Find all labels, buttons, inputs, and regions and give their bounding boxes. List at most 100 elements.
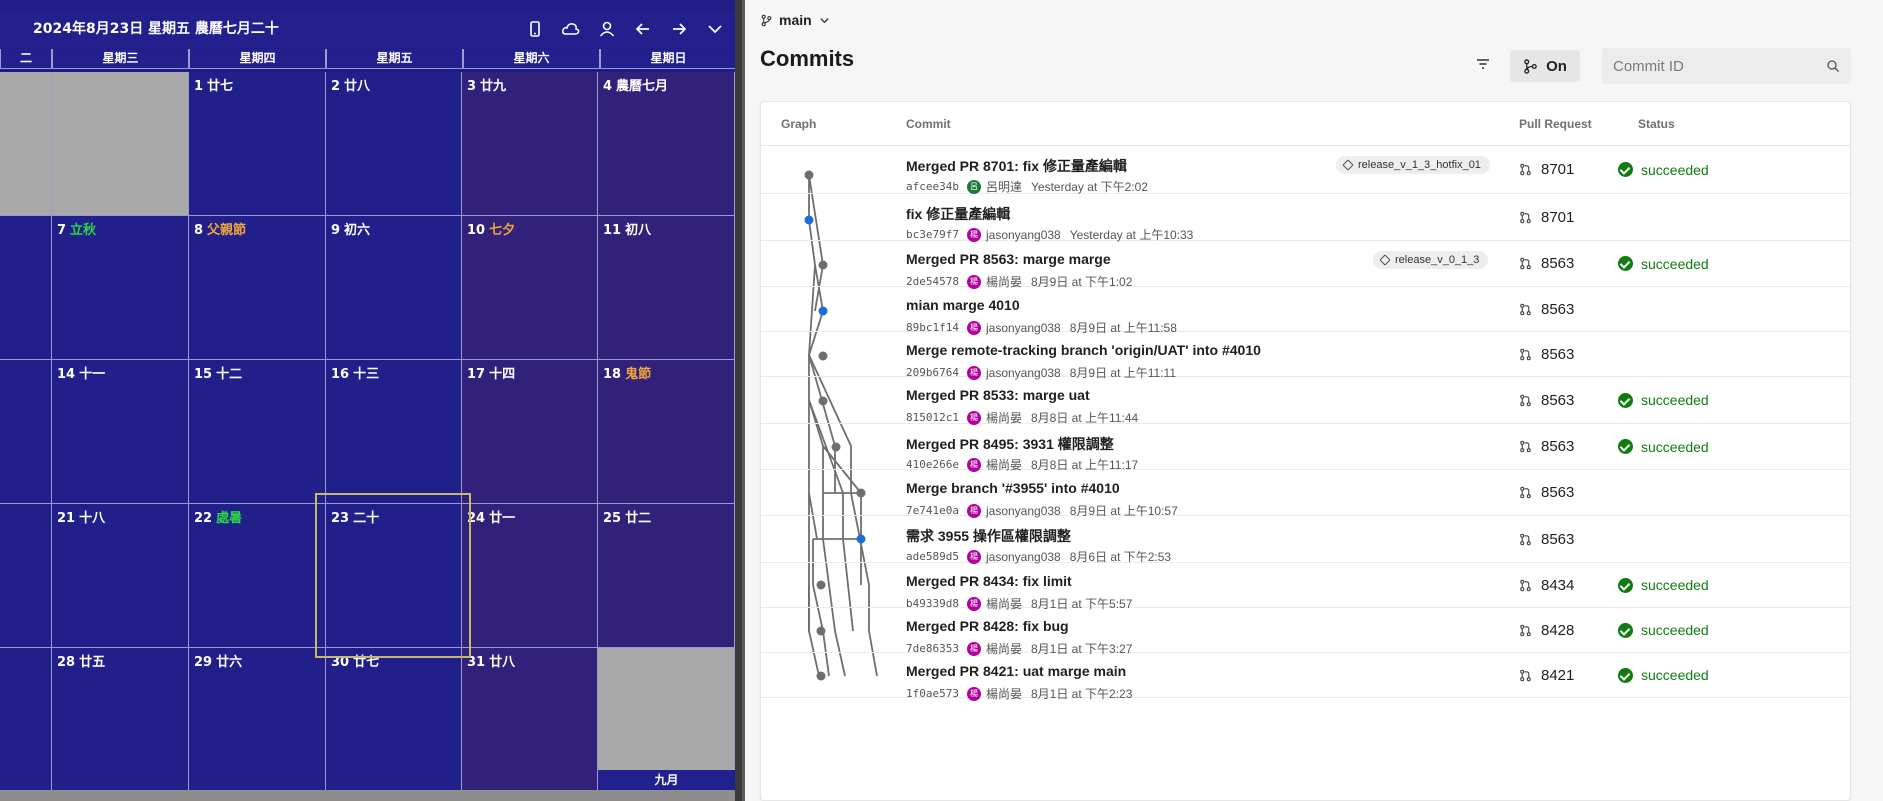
person-icon[interactable] xyxy=(597,19,617,39)
phone-icon[interactable] xyxy=(525,19,545,39)
commit-row[interactable]: Merged PR 8563: marge marge 2de54578 楊 楊… xyxy=(761,241,1850,289)
release-tag[interactable]: release_v_1_3_hotfix_01 xyxy=(1336,156,1490,174)
next-month-label[interactable]: 九月 xyxy=(598,770,735,790)
commit-message[interactable]: mian marge 4010 xyxy=(906,297,1020,313)
calendar-day-1[interactable]: 1 廿七 xyxy=(189,72,326,216)
calendar-day-16[interactable]: 16 十三 xyxy=(326,360,462,504)
commit-message[interactable]: Merge remote-tracking branch 'origin/UAT… xyxy=(906,342,1261,358)
pull-request-link[interactable]: 8563 xyxy=(1519,470,1574,515)
calendar-day-22[interactable]: 22 處暑 xyxy=(189,504,326,648)
calendar-empty-cell xyxy=(0,648,52,792)
arrow-left-icon[interactable] xyxy=(633,19,653,39)
commit-message[interactable]: 需求 3955 操作區權限調整 xyxy=(906,526,1071,546)
pull-request-link[interactable]: 8428 xyxy=(1519,608,1574,652)
calendar-day-2[interactable]: 2 廿八 xyxy=(326,72,462,216)
commit-message[interactable]: Merged PR 8701: fix 修正量產編輯 xyxy=(906,156,1127,176)
pull-request-link[interactable]: 8701 xyxy=(1519,194,1574,240)
calendar-day-8[interactable]: 8 父親節 xyxy=(189,216,326,360)
calendar-day-24[interactable]: 24 廿一 xyxy=(462,504,598,648)
chevron-down-icon[interactable] xyxy=(705,19,725,39)
calendar-day-14[interactable]: 14 十一 xyxy=(52,360,189,504)
build-status[interactable]: succeeded xyxy=(1618,241,1709,286)
commit-row[interactable]: 需求 3955 操作區權限調整 ade589d5 楊 jasonyang038 … xyxy=(761,516,1850,564)
release-tag[interactable]: release_v_0_1_3 xyxy=(1373,251,1489,269)
pull-request-link[interactable]: 8563 xyxy=(1519,287,1574,331)
build-status[interactable]: succeeded xyxy=(1618,424,1709,469)
commit-row[interactable]: fix 修正量產編輯 bc3e79f7 楊 jasonyang038 Yeste… xyxy=(761,194,1850,242)
calendar-day-10[interactable]: 10 七夕 xyxy=(462,216,598,360)
calendar-day-7[interactable]: 7 立秋 xyxy=(52,216,189,360)
column-header-pull-request[interactable]: Pull Request xyxy=(1519,117,1592,131)
commit-row[interactable]: Merge branch '#3955' into #4010 7e741e0a… xyxy=(761,470,1850,518)
weekday-header: 二 星期三 星期四 星期五 星期六 星期日 xyxy=(0,49,742,69)
calendar-day-31[interactable]: 31 廿八 xyxy=(462,648,598,792)
day-number: 1 廿七 xyxy=(194,75,233,94)
calendar-day-28[interactable]: 28 廿五 xyxy=(52,648,189,792)
column-header-commit[interactable]: Commit xyxy=(906,117,951,131)
search-icon[interactable] xyxy=(1826,59,1840,73)
pull-request-link[interactable]: 8434 xyxy=(1519,563,1574,607)
build-status[interactable]: succeeded xyxy=(1618,563,1709,607)
calendar-day-4[interactable]: 4 農曆七月 xyxy=(598,72,735,216)
branch-selector[interactable]: main xyxy=(760,12,831,28)
commit-row[interactable]: Merge remote-tracking branch 'origin/UAT… xyxy=(761,332,1850,380)
build-status[interactable]: succeeded xyxy=(1618,146,1709,193)
day-number: 9 初六 xyxy=(331,219,370,238)
calendar-day-25[interactable]: 25 廿二 xyxy=(598,504,735,648)
commit-sha[interactable]: 815012c1 xyxy=(906,411,959,424)
commit-sha[interactable]: 1f0ae573 xyxy=(906,687,959,700)
pull-request-link[interactable]: 8563 xyxy=(1519,241,1574,286)
pull-request-link[interactable]: 8563 xyxy=(1519,424,1574,469)
commit-row[interactable]: Merged PR 8434: fix limit b49339d8 楊 楊尚晏… xyxy=(761,563,1850,611)
calendar-day-17[interactable]: 17 十四 xyxy=(462,360,598,504)
commit-search-box[interactable] xyxy=(1602,48,1851,84)
arrow-right-icon[interactable] xyxy=(669,19,689,39)
commit-row[interactable]: Merged PR 8421: uat marge main 1f0ae573 … xyxy=(761,653,1850,701)
commit-message[interactable]: Merged PR 8428: fix bug xyxy=(906,618,1069,634)
build-status[interactable]: succeeded xyxy=(1618,653,1709,697)
pull-request-link[interactable]: 8563 xyxy=(1519,377,1574,423)
build-status[interactable]: succeeded xyxy=(1618,608,1709,652)
column-header-status[interactable]: Status xyxy=(1638,117,1675,131)
pull-request-link[interactable]: 8563 xyxy=(1519,516,1574,562)
lunar-date: 廿七 xyxy=(207,79,234,94)
build-status[interactable]: succeeded xyxy=(1618,377,1709,423)
cloud-icon[interactable] xyxy=(561,19,581,39)
pull-request-icon xyxy=(1520,348,1531,360)
calendar-day-11[interactable]: 11 初八 xyxy=(598,216,735,360)
pull-request-number: 8563 xyxy=(1541,345,1575,363)
commit-sha[interactable]: afcee34b xyxy=(906,180,959,193)
calendar-day-15[interactable]: 15 十二 xyxy=(189,360,326,504)
day-number-text: 4 xyxy=(603,79,613,94)
commit-row[interactable]: Merged PR 8701: fix 修正量產編輯 afcee34b 呂 呂明… xyxy=(761,146,1850,194)
calendar-day-18[interactable]: 18 鬼節 xyxy=(598,360,735,504)
pull-request-link[interactable]: 8563 xyxy=(1519,332,1574,376)
commit-row[interactable]: Merged PR 8495: 3931 權限調整 410e266e 楊 楊尚晏… xyxy=(761,424,1850,472)
commit-message[interactable]: Merged PR 8533: marge uat xyxy=(906,387,1090,403)
window-divider[interactable] xyxy=(735,0,742,801)
calendar-day-9[interactable]: 9 初六 xyxy=(326,216,462,360)
commit-message[interactable]: fix 修正量產編輯 xyxy=(906,204,1010,224)
commit-message[interactable]: Merged PR 8421: uat marge main xyxy=(906,663,1126,679)
calendar-day-3[interactable]: 3 廿九 xyxy=(462,72,598,216)
commit-row[interactable]: Merged PR 8428: fix bug 7de86353 楊 楊尚晏 8… xyxy=(761,608,1850,656)
column-header-graph[interactable]: Graph xyxy=(781,117,816,131)
commit-row[interactable]: Merged PR 8533: marge uat 815012c1 楊 楊尚晏… xyxy=(761,377,1850,425)
calendar-day-29[interactable]: 29 廿六 xyxy=(189,648,326,792)
commit-message[interactable]: Merged PR 8563: marge marge xyxy=(906,251,1111,267)
calendar-bottom-bar xyxy=(0,790,735,801)
calendar-day-30[interactable]: 30 廿七 xyxy=(326,648,462,792)
pull-request-icon xyxy=(1520,669,1531,681)
pull-request-link[interactable]: 8701 xyxy=(1519,146,1574,193)
commit-id-input[interactable] xyxy=(1602,48,1812,84)
commit-sha[interactable]: ade589d5 xyxy=(906,550,959,563)
commit-message[interactable]: Merged PR 8434: fix limit xyxy=(906,573,1072,589)
commit-row[interactable]: mian marge 4010 89bc1f14 楊 jasonyang038 … xyxy=(761,287,1850,335)
graph-toggle-button[interactable]: On xyxy=(1510,50,1580,82)
commit-message[interactable]: Merge branch '#3955' into #4010 xyxy=(906,480,1120,496)
filter-button[interactable] xyxy=(1473,54,1493,74)
commit-message[interactable]: Merged PR 8495: 3931 權限調整 xyxy=(906,434,1114,454)
calendar-day-21[interactable]: 21 十八 xyxy=(52,504,189,648)
pull-request-link[interactable]: 8421 xyxy=(1519,653,1574,697)
commit-sha[interactable]: bc3e79f7 xyxy=(906,228,959,241)
